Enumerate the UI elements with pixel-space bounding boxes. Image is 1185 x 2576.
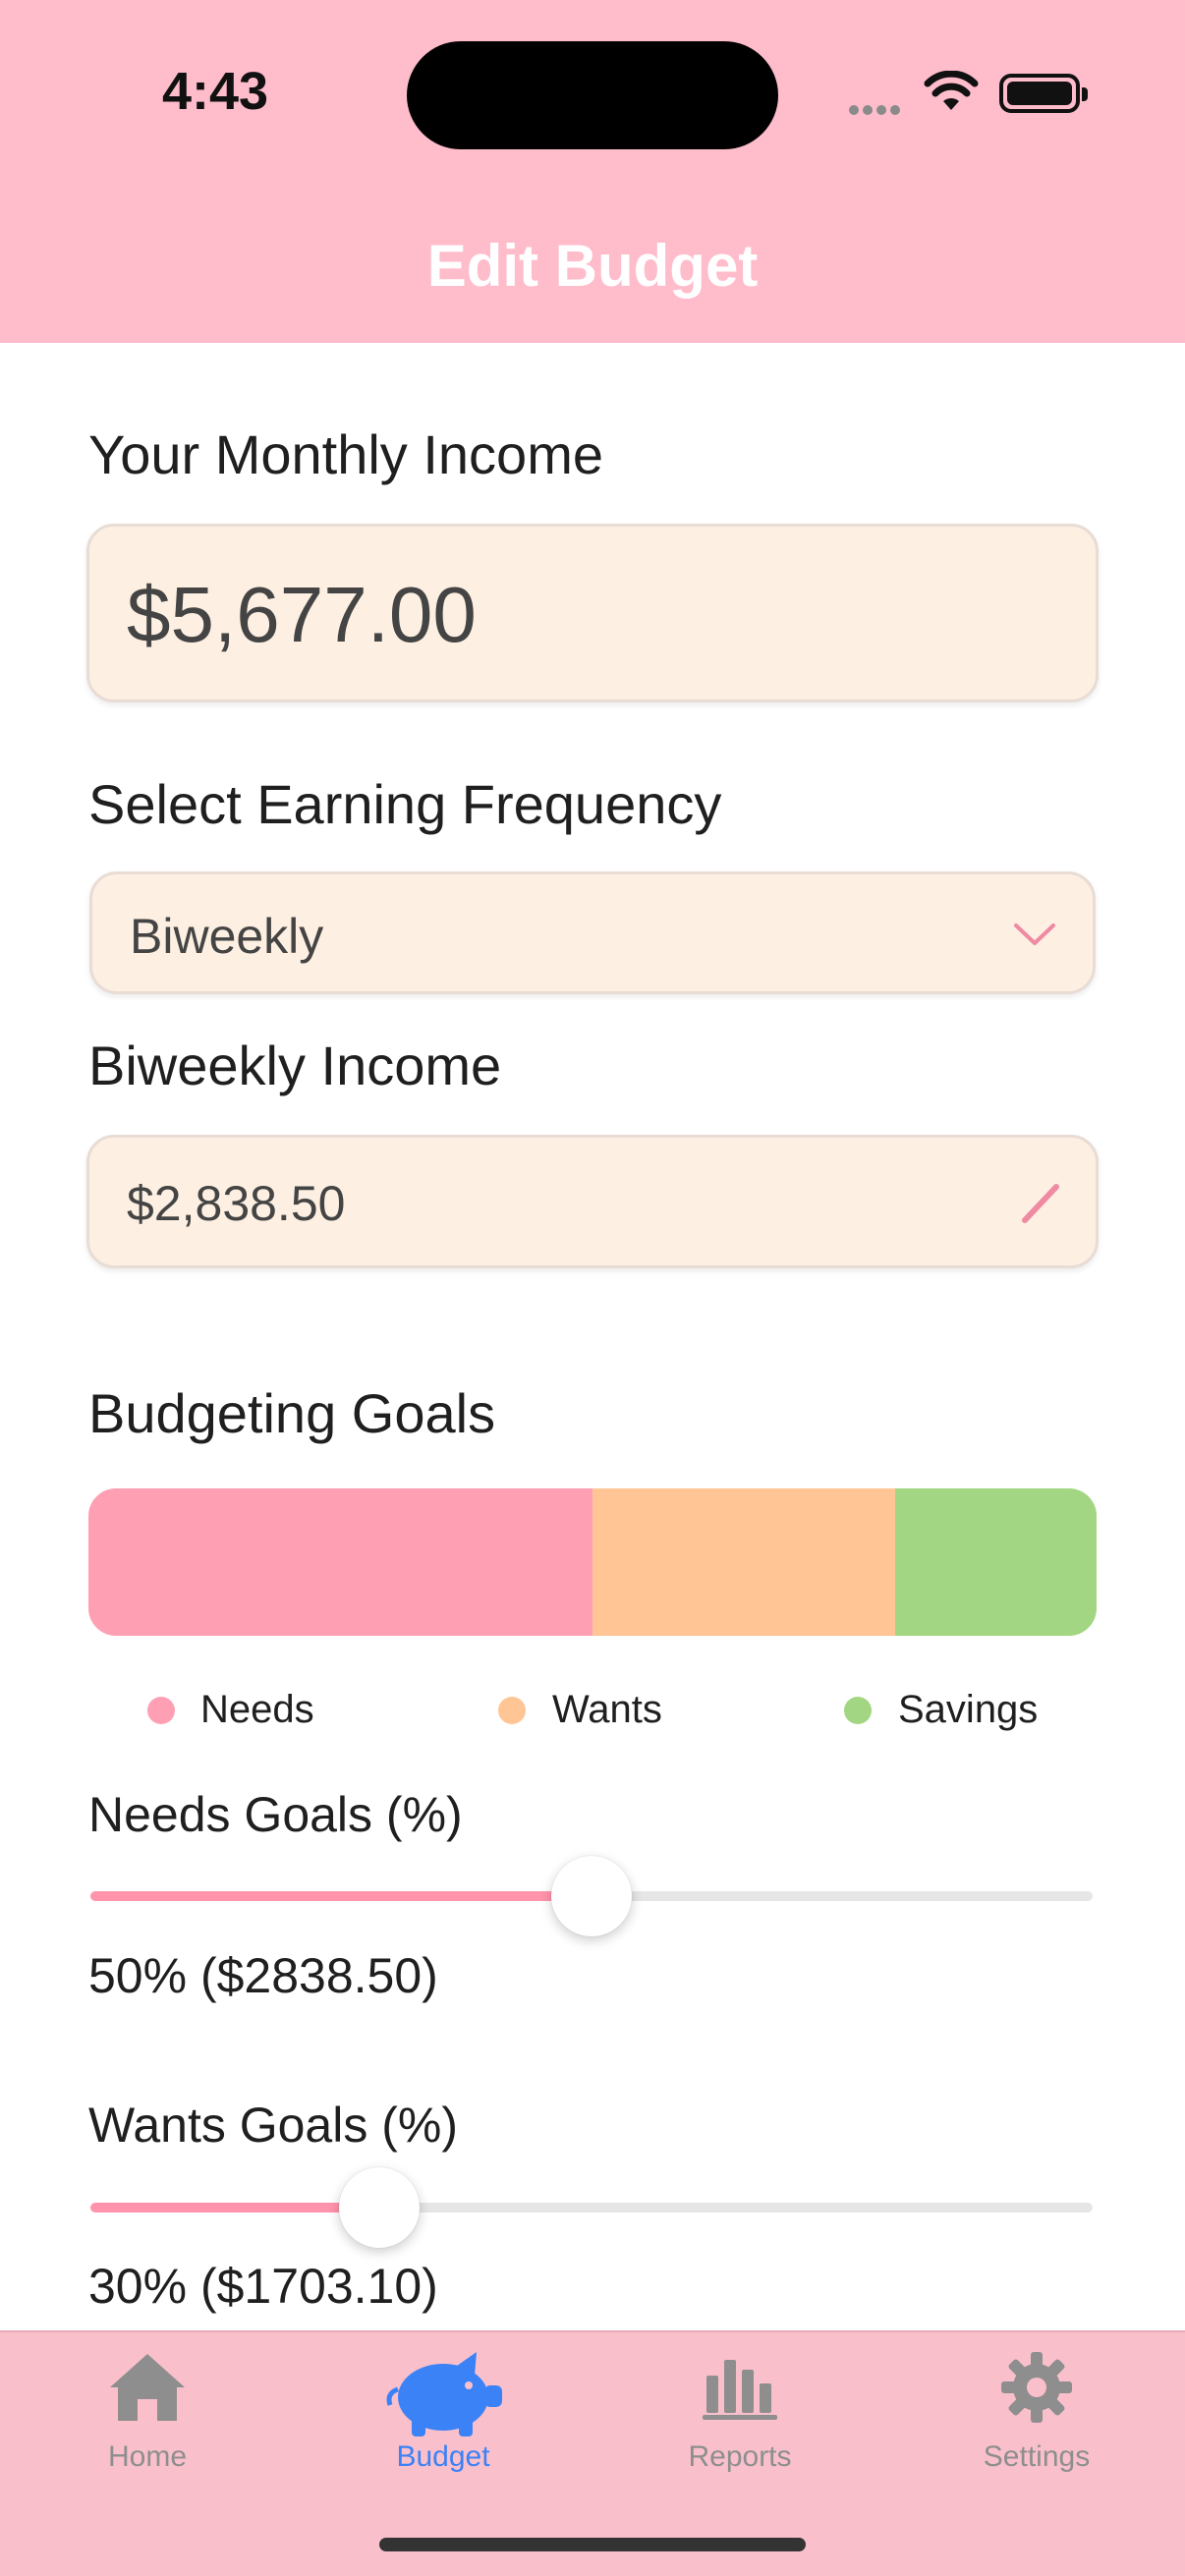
monthly-income-label: Your Monthly Income xyxy=(88,423,603,485)
wants-slider-thumb[interactable] xyxy=(338,2167,420,2248)
goal-segment-wants xyxy=(592,1488,895,1636)
wants-legend-label: Wants xyxy=(552,1688,662,1731)
budgeting-goals-title: Budgeting Goals xyxy=(88,1382,496,1444)
tab-settings-label: Settings xyxy=(983,2440,1091,2473)
status-time: 4:43 xyxy=(162,62,269,121)
tab-reports-label: Reports xyxy=(688,2440,792,2473)
cellular-signal-icon xyxy=(849,102,904,120)
frequency-dropdown[interactable]: Biweekly xyxy=(89,871,1096,994)
needs-goal-label: Needs Goals (%) xyxy=(88,1787,463,1842)
monthly-income-value: $5,677.00 xyxy=(127,571,477,658)
tab-home[interactable]: Home xyxy=(29,2332,265,2490)
tab-reports[interactable]: Reports xyxy=(622,2332,858,2490)
piggy-bank-icon xyxy=(382,2350,504,2443)
goal-segment-needs xyxy=(88,1488,592,1636)
needs-legend-label: Needs xyxy=(200,1688,314,1731)
needs-slider-thumb[interactable] xyxy=(551,1856,632,1936)
wants-goal-slider[interactable] xyxy=(90,2203,1093,2212)
period-income-value: $2,838.50 xyxy=(127,1176,346,1231)
needs-legend-dot xyxy=(147,1697,175,1724)
gear-icon xyxy=(999,2350,1074,2430)
battery-icon xyxy=(999,74,1088,113)
house-icon xyxy=(106,2350,189,2430)
frequency-label: Select Earning Frequency xyxy=(88,773,722,835)
home-indicator xyxy=(379,2538,806,2551)
wants-goal-value: 30% ($1703.10) xyxy=(88,2259,438,2314)
period-income-label: Biweekly Income xyxy=(88,1035,502,1096)
tab-settings[interactable]: Settings xyxy=(919,2332,1155,2490)
wants-slider-fill xyxy=(90,2203,379,2212)
wifi-icon xyxy=(924,70,979,117)
tab-home-label: Home xyxy=(107,2440,188,2473)
tab-budget[interactable]: Budget xyxy=(325,2332,561,2490)
bar-chart-icon xyxy=(701,2350,779,2426)
frequency-selected: Biweekly xyxy=(130,909,324,964)
needs-slider-fill xyxy=(90,1891,592,1901)
tab-budget-label: Budget xyxy=(396,2440,490,2473)
period-income-input[interactable]: $2,838.50 xyxy=(86,1135,1099,1268)
wants-goal-label: Wants Goals (%) xyxy=(88,2098,459,2153)
page-title: Edit Budget xyxy=(426,233,759,299)
needs-goal-value: 50% ($2838.50) xyxy=(88,1948,438,2003)
wants-legend-dot xyxy=(498,1697,526,1724)
pencil-icon[interactable] xyxy=(1017,1179,1064,1231)
header: 4:43 Edit Budget xyxy=(0,0,1185,343)
savings-legend-label: Savings xyxy=(898,1688,1039,1731)
monthly-income-input[interactable]: $5,677.00 xyxy=(86,524,1099,702)
budget-goals-bar xyxy=(88,1488,1097,1636)
goal-segment-savings xyxy=(894,1488,1097,1636)
chevron-down-icon xyxy=(1012,920,1057,954)
savings-legend-dot xyxy=(844,1697,872,1724)
dynamic-island xyxy=(407,41,778,149)
